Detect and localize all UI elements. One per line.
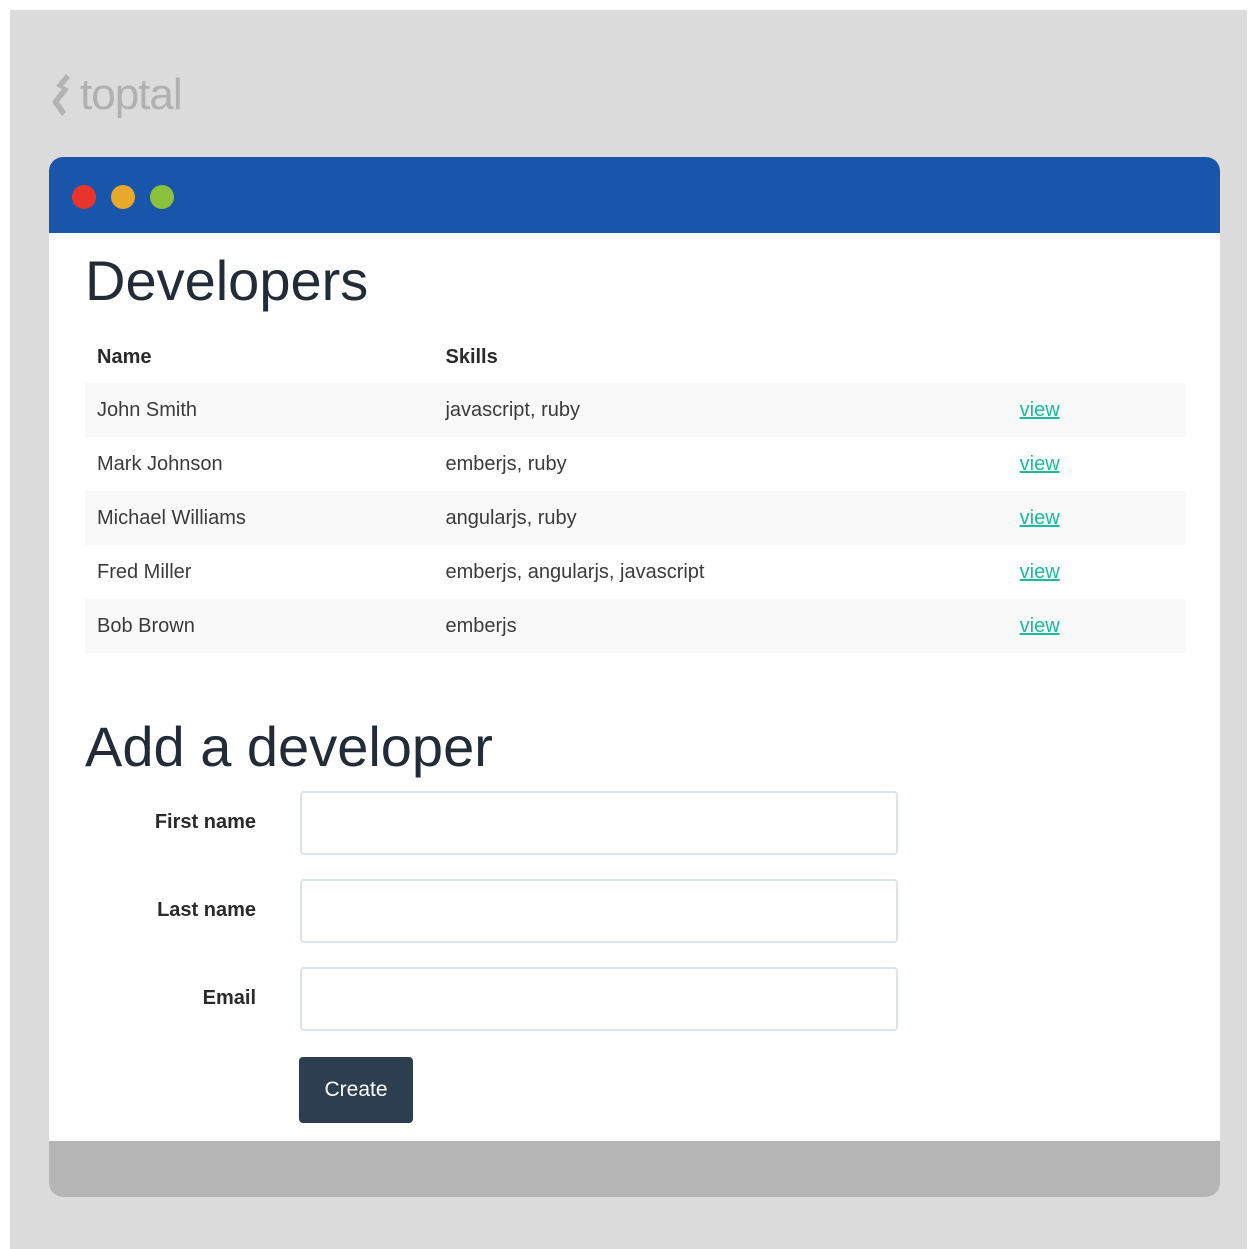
action-column-header	[1008, 331, 1186, 383]
developer-name: Mark Johnson	[85, 437, 434, 491]
page-background: toptal Developers Name Skills John Smith…	[10, 10, 1247, 1249]
developer-name: Fred Miller	[85, 545, 434, 599]
developers-title: Developers	[85, 249, 369, 312]
email-input[interactable]	[300, 967, 898, 1031]
close-window-dot[interactable]	[72, 185, 96, 209]
last-name-label: Last name	[157, 899, 256, 921]
view-developer-link[interactable]: view	[1020, 615, 1060, 637]
create-button[interactable]: Create	[299, 1057, 413, 1123]
developer-name: John Smith	[85, 383, 434, 437]
email-row: Email	[49, 967, 1220, 1031]
table-row: Michael Williams angularjs, ruby view	[85, 491, 1186, 545]
window-titlebar	[49, 157, 1220, 233]
developer-name: Bob Brown	[85, 599, 434, 653]
view-developer-link[interactable]: view	[1020, 453, 1060, 475]
view-developer-link[interactable]: view	[1020, 561, 1060, 583]
name-column-header: Name	[97, 345, 152, 368]
table-row: Bob Brown emberjs view	[85, 599, 1186, 653]
maximize-window-dot[interactable]	[150, 185, 174, 209]
add-developer-title: Add a developer	[85, 715, 493, 778]
first-name-row: First name	[49, 791, 1220, 855]
window-footer-bar	[49, 1141, 1220, 1197]
developer-skills: emberjs, angularjs, javascript	[433, 545, 1008, 599]
app-window: Developers Name Skills John Smith javasc…	[49, 157, 1220, 1197]
first-name-label: First name	[154, 811, 256, 833]
developer-skills: emberjs, ruby	[433, 437, 1008, 491]
last-name-row: Last name	[49, 879, 1220, 943]
view-developer-link[interactable]: view	[1020, 399, 1060, 421]
developer-skills: angularjs, ruby	[433, 491, 1008, 545]
toptal-logo-text: toptal	[80, 70, 183, 119]
email-label: Email	[202, 987, 256, 1009]
developer-name: Michael Williams	[85, 491, 434, 545]
toptal-logo-icon	[52, 74, 70, 116]
developer-skills: javascript, ruby	[433, 383, 1008, 437]
developers-table: Name Skills John Smith javascript, ruby …	[85, 331, 1186, 653]
table-header-row: Name Skills	[85, 331, 1186, 383]
table-row: Fred Miller emberjs, angularjs, javascri…	[85, 545, 1186, 599]
minimize-window-dot[interactable]	[111, 185, 135, 209]
table-row: John Smith javascript, ruby view	[85, 383, 1186, 437]
toptal-logo: toptal	[48, 70, 183, 119]
window-content: Developers Name Skills John Smith javasc…	[49, 233, 1220, 1141]
skills-column-header: Skills	[445, 345, 498, 368]
last-name-input[interactable]	[300, 879, 898, 943]
first-name-input[interactable]	[300, 791, 898, 855]
view-developer-link[interactable]: view	[1020, 507, 1060, 529]
developer-skills: emberjs	[433, 599, 1008, 653]
table-row: Mark Johnson emberjs, ruby view	[85, 437, 1186, 491]
